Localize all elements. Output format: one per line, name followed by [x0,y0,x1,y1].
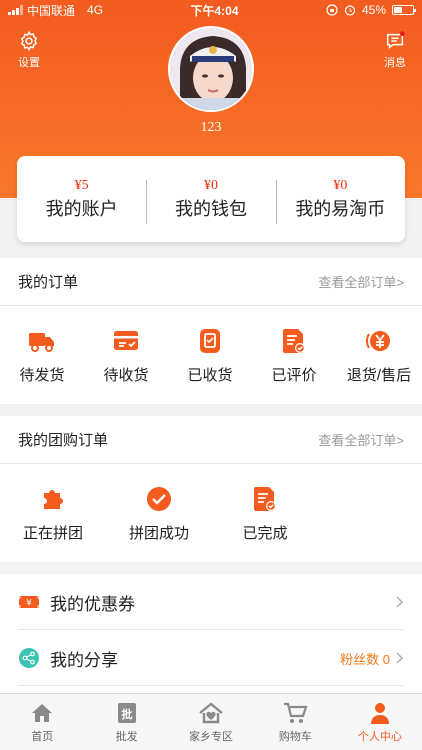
view-all-orders-link[interactable]: 查看全部订单> [318,272,404,291]
share-row[interactable]: 我的分享 粉丝数 0 [0,630,422,686]
messages-button[interactable]: 消息 [384,30,406,70]
order-label: 退货/售后 [346,366,412,384]
carrier: 中国联通 [27,3,76,18]
order-received[interactable]: 已收货 [168,306,252,404]
tab-profile[interactable]: 个人中心 [338,694,422,750]
puzzle-icon [44,489,63,509]
group-orders-title: 我的团购订单 [18,432,109,449]
coupons-row[interactable]: ¥ 我的优惠券 [0,574,422,630]
order-label: 待发货 [19,366,65,384]
view-all-group-orders-link[interactable]: 查看全部订单> [318,430,404,449]
order-refund[interactable]: 退货/售后 [336,306,422,404]
home-icon [32,704,53,722]
check-circle-icon [147,486,171,511]
orders-title: 我的订单 [18,274,79,291]
group-label: 正在拼团 [22,524,83,542]
message-icon [386,31,405,49]
share-label: 我的分享 [50,650,118,670]
cart-icon [284,702,308,723]
fans-count: 粉丝数 0 [340,651,390,667]
complete-doc-icon [254,486,276,511]
tab-hometown[interactable]: 家乡专区 [169,694,253,750]
order-label: 已评价 [271,366,317,384]
gear-icon [20,30,38,52]
lock-rotation-icon [326,4,338,16]
username: 123 [200,120,222,135]
svg-text:¥: ¥ [26,599,32,609]
group-label: 拼团成功 [128,524,189,542]
chevron-right-icon [396,652,403,664]
group-orders-header: 我的团购订单 查看全部订单> [0,416,422,464]
order-label: 已收货 [187,366,233,384]
wallet-coins[interactable]: ¥0 我的易淘币 [275,176,405,224]
tab-label: 购物车 [278,731,312,743]
wallet-label: 我的账户 [45,199,118,219]
battery-icon [392,5,416,15]
package-icon [200,328,220,353]
orders-section: 我的订单 查看全部订单> 待发货 待收货 已收货 已评价 退货/售后 [0,258,422,404]
menu-section: ¥ 我的优惠券 我的分享 粉丝数 0 [0,574,422,693]
settings-label: 设置 [18,57,40,69]
wallet-value: ¥5 [74,178,89,193]
wallet-account[interactable]: ¥5 我的账户 [17,176,146,222]
tab-bar: 首页 批 批发 家乡专区 购物车 个人中心 [0,693,422,750]
avatar[interactable] [168,26,254,112]
card-icon [114,330,138,350]
group-completed[interactable]: 已完成 [212,464,318,562]
wallet-label: 我的钱包 [174,199,247,219]
group-label: 已完成 [242,524,288,542]
settings-button[interactable]: 设置 [18,30,40,70]
hometown-icon [199,702,223,724]
tab-label: 首页 [31,731,54,743]
tab-wholesale[interactable]: 批 批发 [84,694,168,750]
truck-icon [29,332,54,352]
tab-home[interactable]: 首页 [0,694,84,750]
review-icon [283,328,305,353]
clock: 下午4:04 [190,3,239,18]
coupons-label: 我的优惠券 [50,594,135,614]
wholesale-icon: 批 [117,703,136,723]
alarm-icon [344,5,356,16]
order-pending-receipt[interactable]: 待收货 [84,306,168,404]
tab-label: 家乡专区 [189,731,234,743]
network: 4G [87,3,104,17]
group-orders-section: 我的团购订单 查看全部订单> 正在拼团 拼团成功 已完成 [0,416,422,562]
wallet-value: ¥0 [333,178,348,193]
wallet-purse[interactable]: ¥0 我的钱包 [146,176,275,224]
signal-icon [8,5,23,15]
refund-icon [366,330,390,351]
group-in-progress[interactable]: 正在拼团 [0,464,106,562]
person-icon [370,703,389,724]
share-icon [19,648,39,668]
status-bar: 中国联通 4G 下午4:04 45% [0,0,422,20]
battery-percent: 45% [361,3,386,17]
tab-label: 批发 [115,731,138,743]
chevron-right-icon [396,596,403,608]
svg-text:批: 批 [121,707,132,721]
coupon-icon: ¥ [18,595,40,609]
messages-label: 消息 [384,57,406,69]
wallet-card: ¥5 我的账户 ¥0 我的钱包 ¥0 我的易淘币 [17,156,405,242]
wallet-value: ¥0 [203,178,218,193]
order-reviewed[interactable]: 已评价 [252,306,336,404]
avatar-image [170,28,252,110]
orders-header: 我的订单 查看全部订单> [0,258,422,306]
tab-label: 个人中心 [357,731,402,743]
order-pending-shipment[interactable]: 待发货 [0,306,84,404]
group-success[interactable]: 拼团成功 [106,464,212,562]
wallet-label: 我的易淘币 [295,199,386,219]
tab-cart[interactable]: 购物车 [253,694,337,750]
order-label: 待收货 [103,366,149,384]
